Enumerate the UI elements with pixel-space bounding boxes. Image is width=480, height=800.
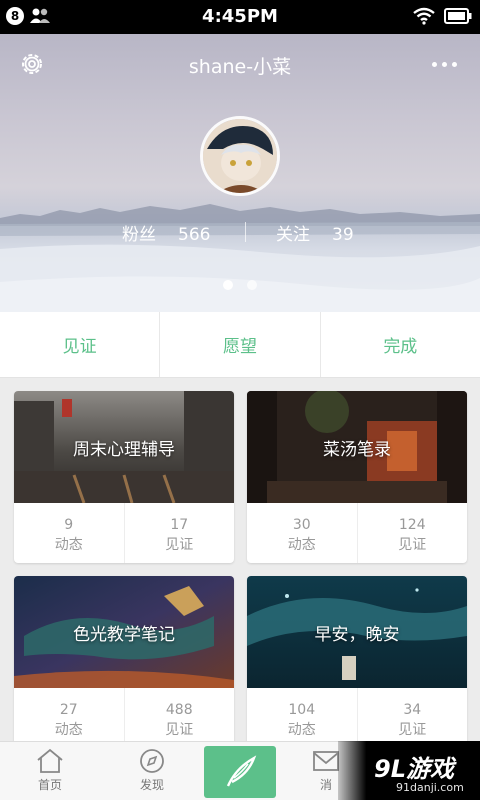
profile-tabs: 见证 愿望 完成 (0, 312, 480, 378)
card-posts-count: 27 (59, 702, 78, 718)
card-posts-label: 动态 (287, 537, 316, 553)
tab-witness[interactable]: 见证 (0, 312, 161, 377)
home-icon (37, 748, 63, 773)
card-posts: 104 动态 (247, 688, 358, 741)
more-options-icon[interactable] (432, 54, 462, 74)
following-count: 39 (332, 225, 354, 245)
tab-wishes[interactable]: 愿望 (160, 312, 321, 377)
card-posts-count: 30 (292, 517, 311, 533)
fans-stat[interactable]: 粉丝 566 (122, 220, 210, 245)
card-stats: 104 动态 34 见证 (247, 688, 467, 741)
fans-count: 566 (178, 225, 211, 245)
card-posts-label: 动态 (287, 722, 316, 738)
profile-stats: 粉丝 566 关注 39 (0, 220, 480, 246)
card-witness-label: 见证 (398, 537, 427, 553)
wish-card[interactable]: 早安，晚安 104 动态 34 见证 (247, 576, 467, 741)
battery-icon (444, 8, 472, 24)
compose-button[interactable] (204, 746, 276, 798)
card-witness-count: 124 (398, 517, 426, 533)
watermark-logo: 9L游戏 (374, 755, 454, 783)
page-dot (247, 280, 257, 290)
avatar[interactable] (200, 116, 280, 196)
feather-pen-icon (226, 755, 257, 787)
card-witness-count: 17 (170, 517, 189, 533)
site-watermark: 9L游戏 91danji.com (338, 741, 480, 800)
card-posts-label: 动态 (54, 722, 83, 738)
card-posts-count: 9 (64, 517, 74, 533)
watermark-url: 91danji.com (396, 781, 464, 794)
card-title: 周末心理辅导 (73, 439, 175, 460)
card-title: 色光教学笔记 (73, 624, 175, 645)
card-witness: 17 见证 (125, 503, 235, 563)
card-witness-count: 34 (403, 702, 422, 718)
card-witness-label: 见证 (398, 722, 427, 738)
profile-username: shane-小菜 (188, 56, 292, 78)
nav-messages-label: 消 (319, 778, 332, 792)
card-stats: 9 动态 17 见证 (14, 503, 234, 563)
nav-discover[interactable]: 发现 (112, 748, 192, 793)
wish-card[interactable]: 色光教学笔记 27 动态 488 见证 (14, 576, 234, 741)
status-bar: 8 4:45PM (0, 0, 480, 34)
card-posts-label: 动态 (54, 537, 83, 553)
profile-hero: shane-小菜 粉丝 566 关注 39 (0, 34, 480, 312)
card-stats: 30 动态 124 见证 (247, 503, 467, 563)
card-witness: 124 见证 (358, 503, 468, 563)
nav-home[interactable]: 首页 (10, 748, 90, 793)
fans-label: 粉丝 (122, 225, 156, 245)
wish-card[interactable]: 周末心理辅导 9 动态 17 见证 (14, 391, 234, 563)
card-witness-label: 见证 (165, 722, 194, 738)
following-label: 关注 (276, 225, 310, 245)
following-stat[interactable]: 关注 39 (276, 220, 354, 245)
wish-card[interactable]: 菜汤笔录 30 动态 124 见证 (247, 391, 467, 563)
page-dot-active (223, 280, 233, 290)
stats-divider (245, 222, 246, 242)
tab-completed[interactable]: 完成 (321, 312, 480, 377)
card-witness: 34 见证 (358, 688, 468, 741)
card-witness: 488 见证 (125, 688, 235, 741)
wifi-icon (413, 7, 435, 25)
card-posts: 30 动态 (247, 503, 358, 563)
status-time: 4:45PM (202, 6, 278, 27)
page-indicator (0, 280, 480, 290)
card-title: 早安，晚安 (314, 624, 400, 645)
card-posts: 27 动态 (14, 688, 125, 741)
card-stats: 27 动态 488 见证 (14, 688, 234, 741)
card-posts: 9 动态 (14, 503, 125, 563)
wish-card-grid: 周末心理辅导 9 动态 17 见证 菜汤笔录 30 动态 124 见证 色光教学… (0, 378, 480, 741)
card-witness-label: 见证 (165, 537, 194, 553)
card-title: 菜汤笔录 (323, 439, 391, 460)
nav-discover-label: 发现 (139, 778, 164, 792)
card-posts-count: 104 (288, 702, 316, 718)
mail-icon (313, 751, 339, 771)
compass-icon (140, 749, 164, 773)
nav-home-label: 首页 (37, 778, 62, 792)
status-right (412, 7, 472, 25)
card-witness-count: 488 (165, 702, 193, 718)
